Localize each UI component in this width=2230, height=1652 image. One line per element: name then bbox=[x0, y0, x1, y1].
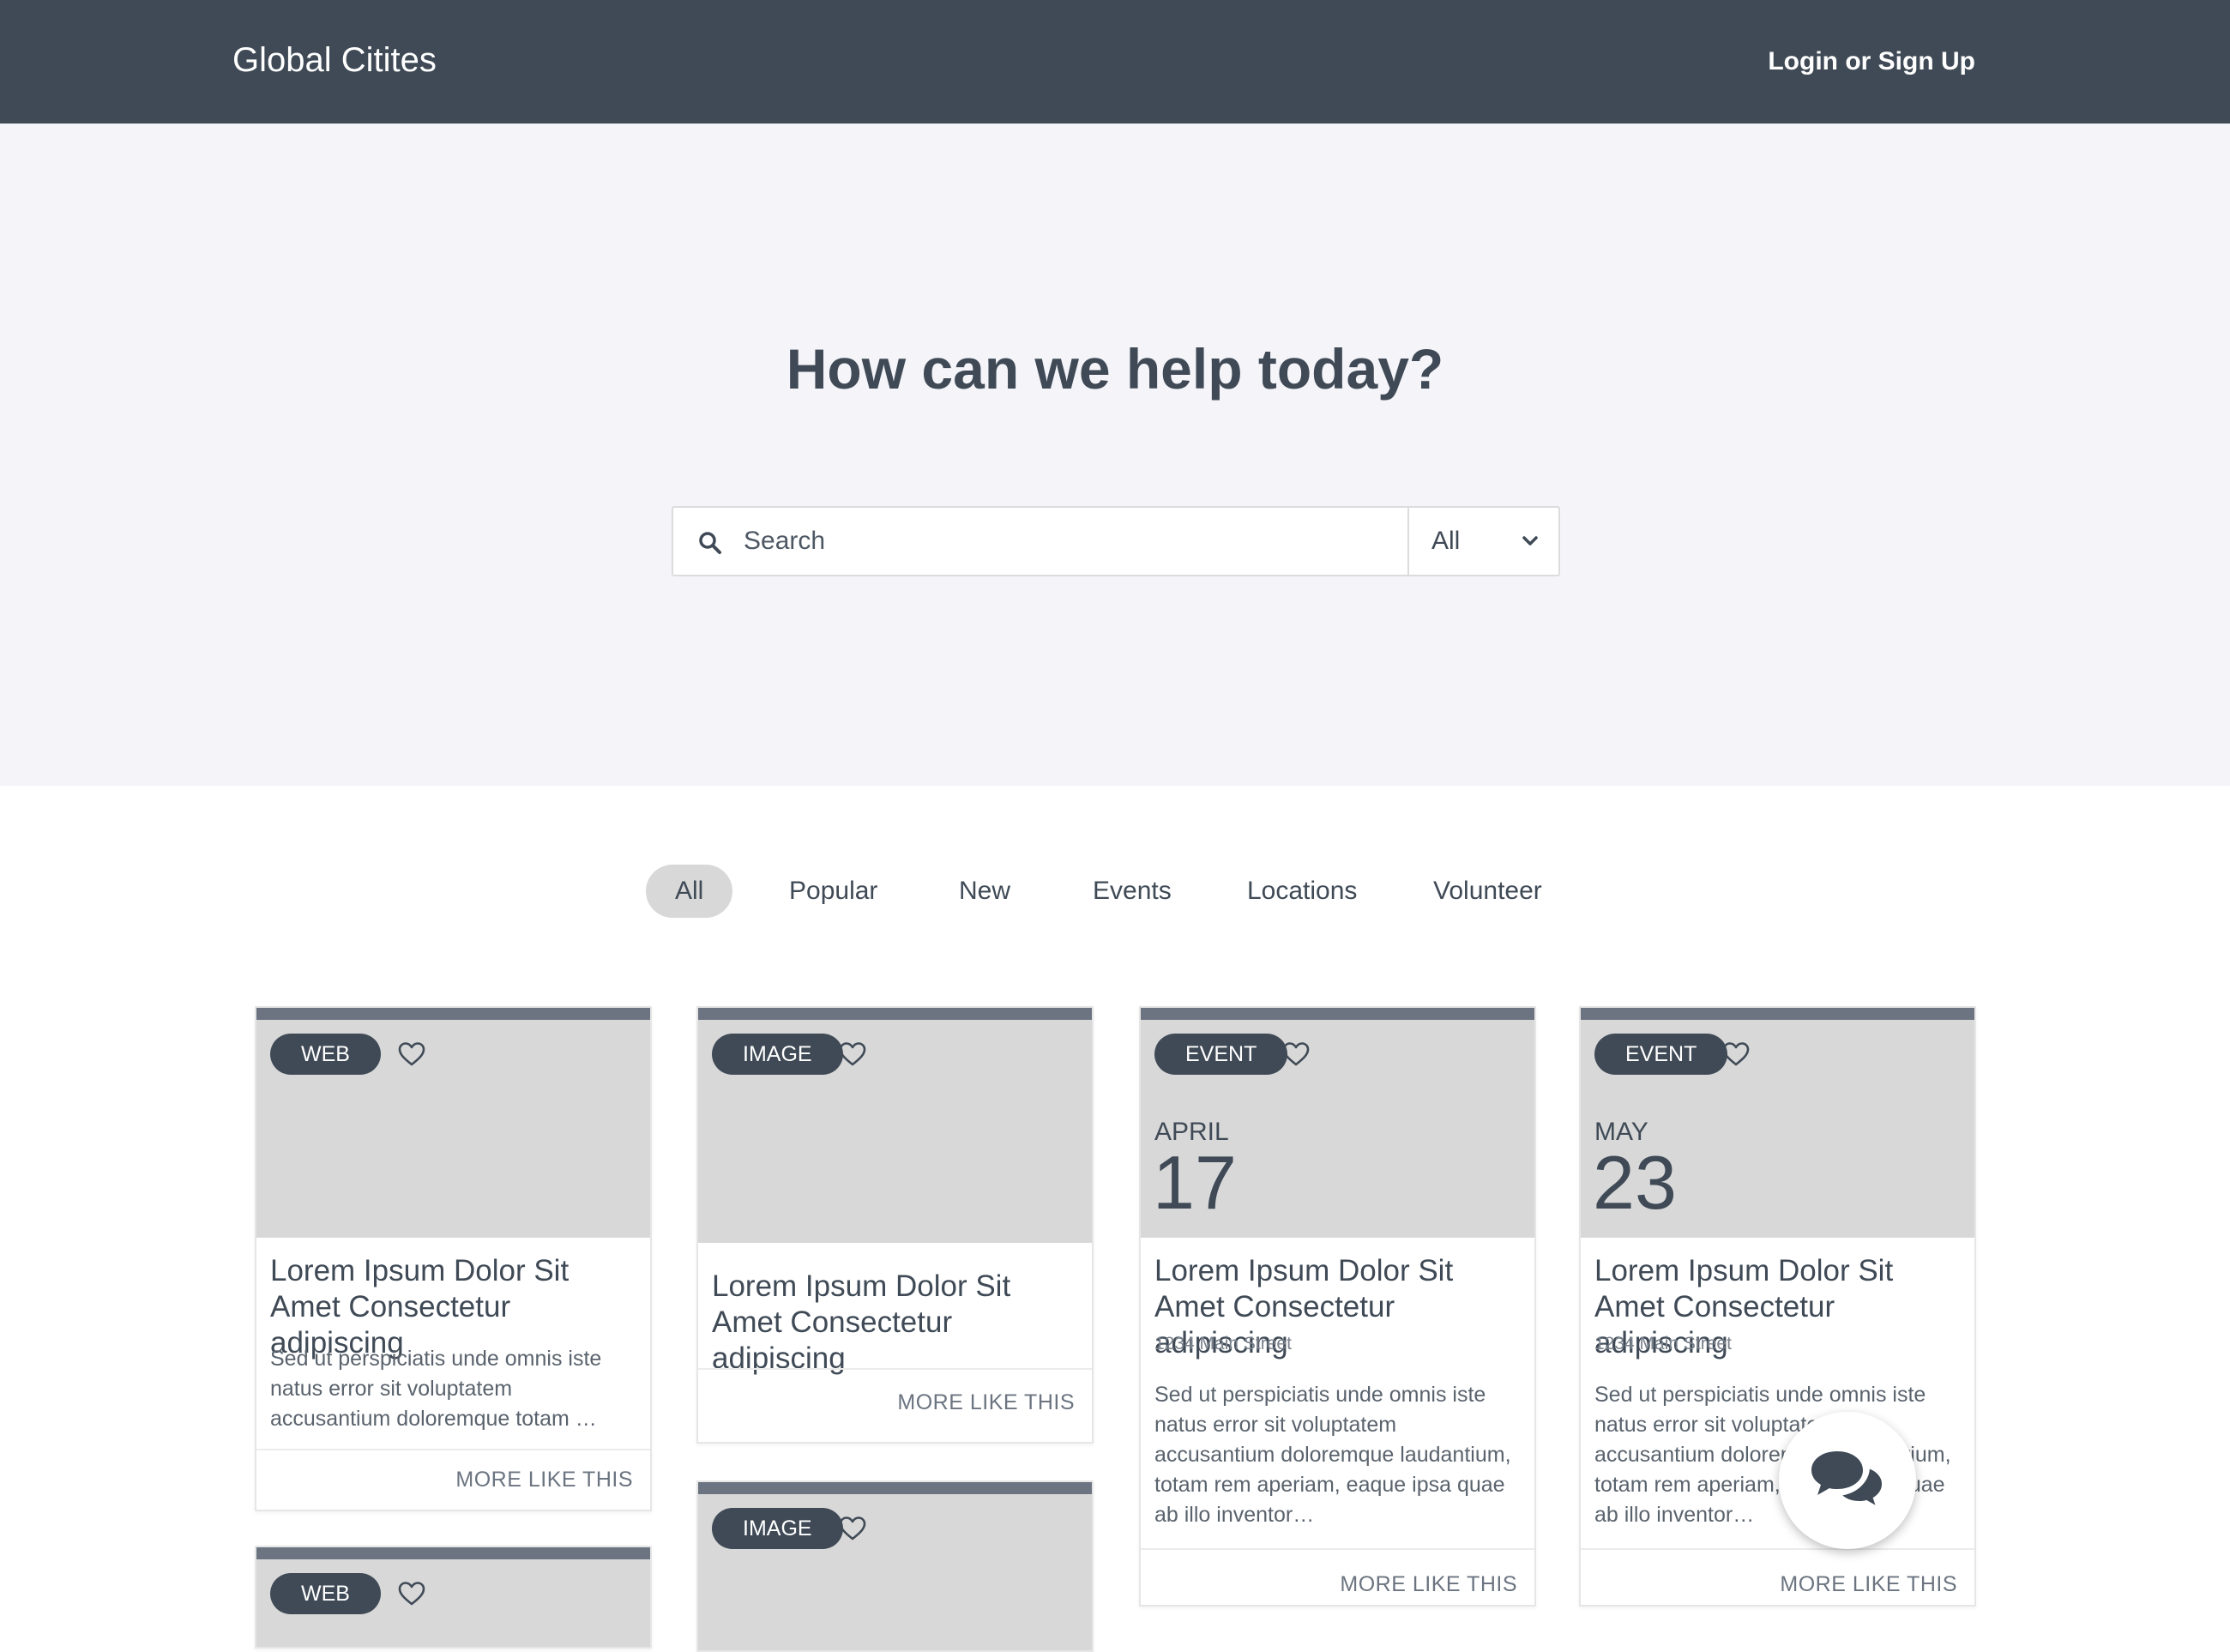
more-like-this-link[interactable]: MORE LIKE THIS bbox=[897, 1390, 1075, 1415]
card-accent-bar bbox=[698, 1482, 1092, 1494]
card-description: Sed ut perspiciatis unde omnis iste natu… bbox=[1154, 1383, 1511, 1527]
filter-tabs: All Popular New Events Locations Volunte… bbox=[0, 865, 2230, 919]
event-day: 23 bbox=[1593, 1140, 1677, 1225]
login-signup-link[interactable]: Login or Sign Up bbox=[1768, 47, 1975, 76]
card-accent-bar bbox=[1581, 1008, 1974, 1020]
heart-icon[interactable] bbox=[1721, 1040, 1751, 1068]
event-card[interactable]: EVENT MAY 23 Lorem Ipsum Dolor Sit Amet … bbox=[1579, 1006, 1976, 1607]
heart-icon[interactable] bbox=[397, 1580, 426, 1607]
brand-logo[interactable]: Global Citites bbox=[232, 41, 437, 80]
tab-popular[interactable]: Popular bbox=[789, 865, 877, 918]
search-icon bbox=[699, 532, 721, 554]
more-like-this-link[interactable]: MORE LIKE THIS bbox=[1340, 1572, 1517, 1597]
card-accent-bar bbox=[256, 1008, 650, 1020]
category-filter-select[interactable]: All bbox=[1407, 508, 1558, 575]
tab-all[interactable]: All bbox=[646, 865, 733, 918]
page-title: How can we help today? bbox=[786, 337, 1444, 401]
event-day: 17 bbox=[1153, 1140, 1237, 1225]
heart-icon[interactable] bbox=[1281, 1040, 1311, 1068]
event-address: 1234 Main Street bbox=[1594, 1334, 1732, 1354]
more-like-this-link[interactable]: MORE LIKE THIS bbox=[1780, 1572, 1957, 1597]
more-like-this-link[interactable]: MORE LIKE THIS bbox=[455, 1468, 633, 1492]
card-type-badge: IMAGE bbox=[712, 1508, 843, 1549]
category-filter-value: All bbox=[1431, 527, 1461, 555]
hero-section: How can we help today? All bbox=[0, 124, 2230, 786]
top-nav-bar: Global Citites Login or Sign Up bbox=[0, 0, 2230, 124]
chat-button[interactable] bbox=[1779, 1412, 1916, 1549]
card-footer: MORE LIKE THIS bbox=[1141, 1548, 1534, 1605]
card-footer: MORE LIKE THIS bbox=[256, 1449, 650, 1510]
content-card[interactable]: WEB Lorem Ipsum Dolor Sit Amet Consectet… bbox=[255, 1006, 652, 1511]
tab-events[interactable]: Events bbox=[1093, 865, 1172, 918]
chevron-down-icon bbox=[1522, 536, 1538, 546]
chat-bubbles-icon bbox=[1811, 1451, 1886, 1513]
card-accent-bar bbox=[256, 1547, 650, 1559]
card-footer: MORE LIKE THIS bbox=[698, 1368, 1092, 1442]
tab-new[interactable]: New bbox=[959, 865, 1010, 918]
card-type-badge: WEB bbox=[270, 1034, 381, 1075]
search-input[interactable] bbox=[742, 509, 1351, 573]
card-type-badge: EVENT bbox=[1154, 1034, 1288, 1075]
event-address: 1234 Main Street bbox=[1154, 1334, 1292, 1354]
tab-locations[interactable]: Locations bbox=[1247, 865, 1357, 918]
card-title: Lorem Ipsum Dolor Sit Amet Consectetur a… bbox=[712, 1269, 1011, 1375]
content-card[interactable]: WEB bbox=[255, 1546, 652, 1649]
card-type-badge: WEB bbox=[270, 1573, 381, 1614]
card-footer: MORE LIKE THIS bbox=[1581, 1548, 1974, 1605]
search-bar: All bbox=[672, 506, 1560, 576]
card-accent-bar bbox=[698, 1008, 1092, 1020]
event-card[interactable]: EVENT APRIL 17 Lorem Ipsum Dolor Sit Ame… bbox=[1139, 1006, 1536, 1607]
heart-icon[interactable] bbox=[397, 1040, 426, 1068]
card-accent-bar bbox=[1141, 1008, 1534, 1020]
tab-volunteer[interactable]: Volunteer bbox=[1433, 865, 1542, 918]
heart-icon[interactable] bbox=[838, 1515, 867, 1542]
card-type-badge: IMAGE bbox=[712, 1034, 843, 1075]
content-card[interactable]: IMAGE bbox=[696, 1480, 1094, 1652]
heart-icon[interactable] bbox=[838, 1040, 867, 1068]
card-type-badge: EVENT bbox=[1594, 1034, 1728, 1075]
content-card[interactable]: IMAGE Lorem Ipsum Dolor Sit Amet Consect… bbox=[696, 1006, 1094, 1444]
card-description: Sed ut perspiciatis unde omnis iste natu… bbox=[270, 1347, 602, 1431]
